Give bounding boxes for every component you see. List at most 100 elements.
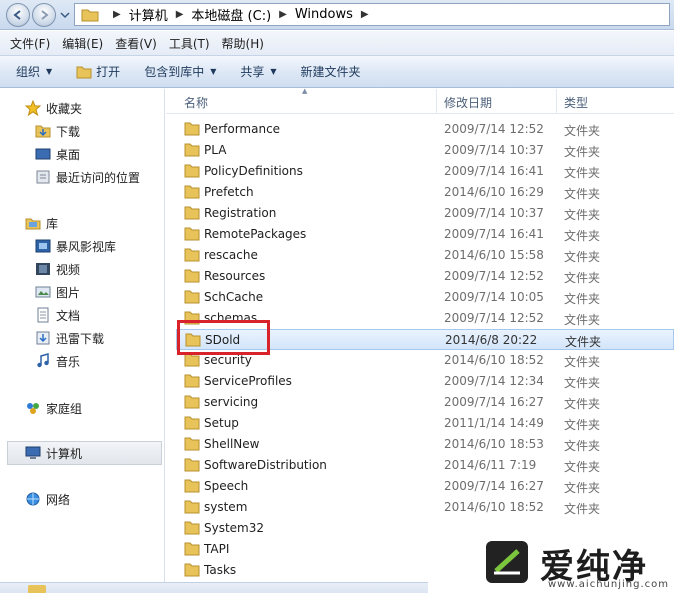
menu-help[interactable]: 帮助(H) (222, 35, 264, 52)
breadcrumb-separator-icon[interactable]: ▶ (279, 9, 287, 20)
network-icon (26, 492, 40, 506)
sort-ascending-icon: ▲ (302, 87, 308, 95)
recent-pages-dropdown[interactable] (60, 10, 70, 20)
folder-icon (28, 585, 46, 593)
folder-icon (184, 374, 200, 388)
file-date: 2009/7/14 10:37 (444, 143, 544, 157)
nav-music[interactable]: 音乐 (35, 351, 80, 371)
nav-downloads[interactable]: 下载 (35, 121, 80, 141)
new-folder-label: 新建文件夹 (300, 65, 361, 79)
table-row[interactable]: PLA 2009/7/14 10:37 文件夹 (176, 140, 674, 161)
file-name: SoftwareDistribution (204, 458, 327, 472)
column-header-row: ▲ 名称 修改日期 类型 (166, 87, 674, 114)
table-row[interactable]: Speech 2009/7/14 16:27 文件夹 (176, 476, 674, 497)
star-icon (25, 100, 41, 116)
table-row[interactable]: Registration 2009/7/14 10:37 文件夹 (176, 203, 674, 224)
table-row[interactable]: PolicyDefinitions 2009/7/14 16:41 文件夹 (176, 161, 674, 182)
pictures-icon (35, 286, 51, 298)
column-divider[interactable] (436, 89, 437, 114)
file-name: system (204, 500, 248, 514)
nav-baofeng-label: 暴风影视库 (56, 239, 117, 254)
chevron-down-icon: ▼ (210, 67, 217, 76)
file-date: 2009/7/14 16:27 (444, 395, 544, 409)
nav-pictures[interactable]: 图片 (35, 282, 80, 302)
nav-videos[interactable]: 视频 (35, 259, 80, 279)
file-type: 文件夹 (564, 376, 601, 390)
library-icon (25, 218, 41, 230)
file-name: Registration (204, 206, 277, 220)
nav-baofeng-library[interactable]: 暴风影视库 (35, 236, 116, 256)
include-in-library-button[interactable]: 包含到库中 ▼ (144, 63, 216, 80)
folder-icon (184, 479, 200, 493)
column-divider[interactable] (556, 89, 557, 114)
table-row[interactable]: ServiceProfiles 2009/7/14 12:34 文件夹 (176, 371, 674, 392)
folder-icon (184, 290, 200, 304)
nav-libraries[interactable]: 库 (25, 213, 58, 233)
file-date: 2014/6/10 18:53 (444, 437, 544, 451)
file-date: 2009/7/14 16:27 (444, 479, 544, 493)
table-row[interactable]: SchCache 2009/7/14 10:05 文件夹 (176, 287, 674, 308)
nav-homegroup[interactable]: 家庭组 (25, 398, 82, 418)
menu-edit[interactable]: 编辑(E) (62, 35, 103, 52)
music-icon (37, 353, 49, 368)
table-row[interactable]: Resources 2009/7/14 12:52 文件夹 (176, 266, 674, 287)
table-row[interactable]: Performance 2009/7/14 12:52 文件夹 (176, 119, 674, 140)
open-button[interactable]: 打开 (76, 63, 120, 80)
organize-button[interactable]: 组织 ▼ (16, 63, 52, 80)
file-name: servicing (204, 395, 259, 409)
nav-recent-places[interactable]: 最近访问的位置 (35, 167, 140, 187)
organize-label: 组织 (16, 65, 41, 79)
nav-favorites[interactable]: 收藏夹 (25, 98, 82, 118)
file-date: 2009/7/14 12:52 (444, 311, 544, 325)
breadcrumb-separator-icon[interactable]: ▶ (113, 9, 121, 20)
address-box[interactable]: ▶ 计算机 ▶ 本地磁盘 (C:) ▶ Windows ▶ (74, 3, 670, 26)
table-row[interactable]: system 2014/6/10 18:52 文件夹 (176, 497, 674, 518)
breadcrumb-windows[interactable]: Windows (295, 7, 353, 22)
back-button[interactable] (6, 3, 30, 27)
table-row[interactable]: SoftwareDistribution 2014/6/11 7:19 文件夹 (176, 455, 674, 476)
column-date[interactable]: 修改日期 (444, 94, 492, 111)
video-icon (36, 263, 50, 275)
menu-tools[interactable]: 工具(T) (169, 35, 210, 52)
menu-bar: 文件(F) 编辑(E) 查看(V) 工具(T) 帮助(H) (0, 31, 674, 56)
menu-file[interactable]: 文件(F) (10, 35, 50, 52)
file-type: 文件夹 (564, 271, 601, 285)
column-type[interactable]: 类型 (564, 94, 588, 111)
file-name: security (204, 353, 252, 367)
open-folder-icon (76, 66, 92, 78)
nav-computer[interactable]: 计算机 (25, 443, 82, 463)
nav-documents[interactable]: 文档 (35, 305, 80, 325)
menu-view[interactable]: 查看(V) (115, 35, 157, 52)
file-type: 文件夹 (564, 439, 601, 453)
nav-desktop-label: 桌面 (56, 147, 81, 162)
table-row[interactable]: rescache 2014/6/10 15:58 文件夹 (176, 245, 674, 266)
file-date: 2009/7/14 10:05 (444, 290, 544, 304)
table-row[interactable]: servicing 2009/7/14 16:27 文件夹 (176, 392, 674, 413)
file-date: 2009/7/14 16:41 (444, 227, 544, 241)
file-type: 文件夹 (564, 187, 601, 201)
nav-network[interactable]: 网络 (25, 489, 70, 509)
folder-icon (184, 437, 200, 451)
breadcrumb-separator-icon[interactable]: ▶ (361, 9, 369, 20)
address-bar: ▶ 计算机 ▶ 本地磁盘 (C:) ▶ Windows ▶ (0, 0, 674, 30)
nav-desktop[interactable]: 桌面 (35, 144, 80, 164)
share-button[interactable]: 共享 ▼ (240, 63, 276, 80)
breadcrumb-local-disk[interactable]: 本地磁盘 (C:) (191, 5, 271, 24)
new-folder-button[interactable]: 新建文件夹 (301, 63, 361, 80)
file-date: 2009/7/14 12:52 (444, 269, 544, 283)
breadcrumb-separator-icon[interactable]: ▶ (176, 9, 184, 20)
nav-documents-label: 文档 (56, 308, 81, 323)
table-row[interactable]: Setup 2011/1/14 14:49 文件夹 (176, 413, 674, 434)
table-row[interactable]: ShellNew 2014/6/10 18:53 文件夹 (176, 434, 674, 455)
download-folder-icon (36, 331, 50, 345)
table-row[interactable]: Prefetch 2014/6/10 16:29 文件夹 (176, 182, 674, 203)
forward-button[interactable] (32, 3, 56, 27)
folder-icon (184, 269, 200, 283)
file-type: 文件夹 (564, 418, 601, 432)
nav-xunlei-downloads[interactable]: 迅雷下载 (35, 328, 104, 348)
breadcrumb-computer[interactable]: 计算机 (129, 5, 168, 24)
file-name: RemotePackages (204, 227, 307, 241)
file-type: 文件夹 (564, 145, 601, 159)
column-name[interactable]: 名称 (184, 94, 208, 111)
table-row[interactable]: RemotePackages 2009/7/14 16:41 文件夹 (176, 224, 674, 245)
